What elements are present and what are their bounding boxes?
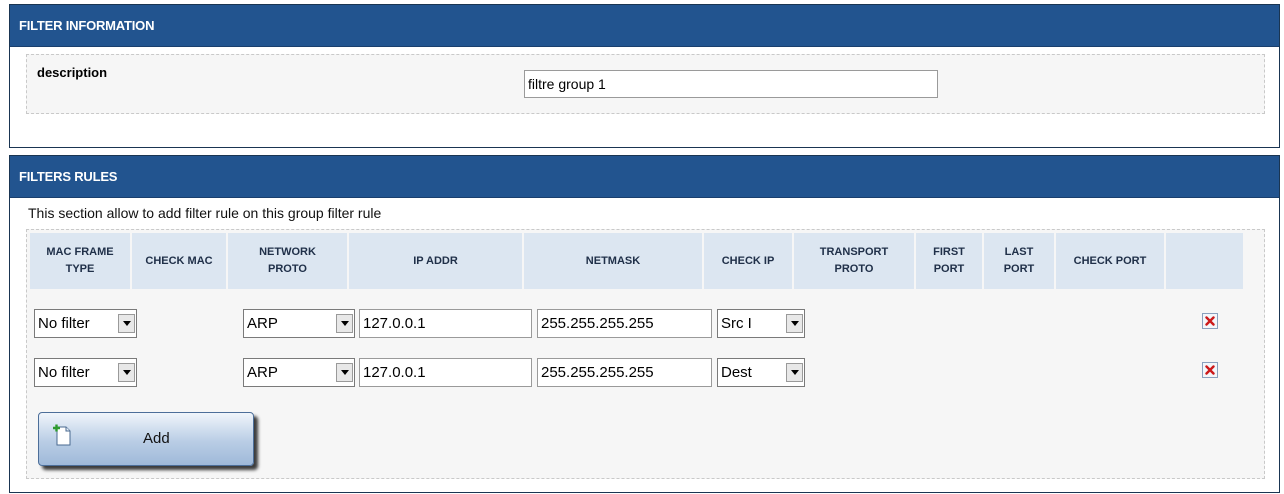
chevron-down-icon[interactable]: [118, 363, 135, 382]
mac-frame-type-select[interactable]: No filter: [34, 358, 137, 387]
network-proto-select[interactable]: ARP: [243, 358, 355, 387]
rules-table: MAC FRAME TYPE CHECK MAC NETWORK PROTO I…: [26, 229, 1265, 479]
description-input[interactable]: filtre group 1: [524, 70, 938, 98]
filter-information-panel: FILTER INFORMATION description filtre gr…: [9, 4, 1280, 148]
description-label: description: [37, 65, 108, 80]
check-ip-value: Dest: [721, 364, 752, 381]
column-header-actions: [1166, 233, 1243, 289]
column-header-netmask: NETMASK: [524, 233, 702, 289]
filter-information-title: FILTER INFORMATION: [10, 5, 1279, 47]
chevron-down-icon[interactable]: [336, 363, 353, 382]
chevron-down-icon[interactable]: [786, 314, 803, 333]
check-ip-select[interactable]: Src I: [717, 309, 805, 338]
column-header-mac-frame-type: MAC FRAME TYPE: [30, 233, 130, 289]
column-header-check-port: CHECK PORT: [1056, 233, 1164, 289]
add-button-label: Add: [143, 430, 170, 447]
check-ip-select[interactable]: Dest: [717, 358, 805, 387]
column-header-network-proto: NETWORK PROTO: [228, 233, 347, 289]
add-button[interactable]: Add: [38, 412, 254, 466]
network-proto-value: ARP: [247, 315, 278, 332]
chevron-down-icon[interactable]: [336, 314, 353, 333]
column-header-check-mac: CHECK MAC: [132, 233, 226, 289]
netmask-input[interactable]: 255.255.255.255: [537, 309, 712, 338]
add-document-icon: [53, 424, 71, 446]
column-header-ip-addr: IP ADDR: [349, 233, 522, 289]
description-section: description filtre group 1: [26, 54, 1265, 114]
ip-addr-input[interactable]: 127.0.0.1: [359, 358, 532, 387]
check-ip-value: Src I: [721, 315, 752, 332]
ip-addr-input[interactable]: 127.0.0.1: [359, 309, 532, 338]
mac-frame-type-value: No filter: [38, 364, 90, 381]
filters-rules-title: FILTERS RULES: [10, 156, 1279, 198]
delete-icon[interactable]: [1202, 362, 1218, 378]
chevron-down-icon[interactable]: [118, 314, 135, 333]
column-header-check-ip: CHECK IP: [704, 233, 792, 289]
column-header-last-port: LAST PORT: [984, 233, 1054, 289]
rules-header-row: MAC FRAME TYPE CHECK MAC NETWORK PROTO I…: [30, 233, 1263, 289]
filters-rules-intro: This section allow to add filter rule on…: [28, 205, 382, 221]
column-header-first-port: FIRST PORT: [916, 233, 982, 289]
chevron-down-icon[interactable]: [786, 363, 803, 382]
network-proto-value: ARP: [247, 364, 278, 381]
netmask-input[interactable]: 255.255.255.255: [537, 358, 712, 387]
network-proto-select[interactable]: ARP: [243, 309, 355, 338]
mac-frame-type-select[interactable]: No filter: [34, 309, 137, 338]
filters-rules-panel: FILTERS RULES This section allow to add …: [9, 155, 1280, 493]
delete-icon[interactable]: [1202, 313, 1218, 329]
column-header-transport-proto: TRANSPORT PROTO: [794, 233, 914, 289]
mac-frame-type-value: No filter: [38, 315, 90, 332]
